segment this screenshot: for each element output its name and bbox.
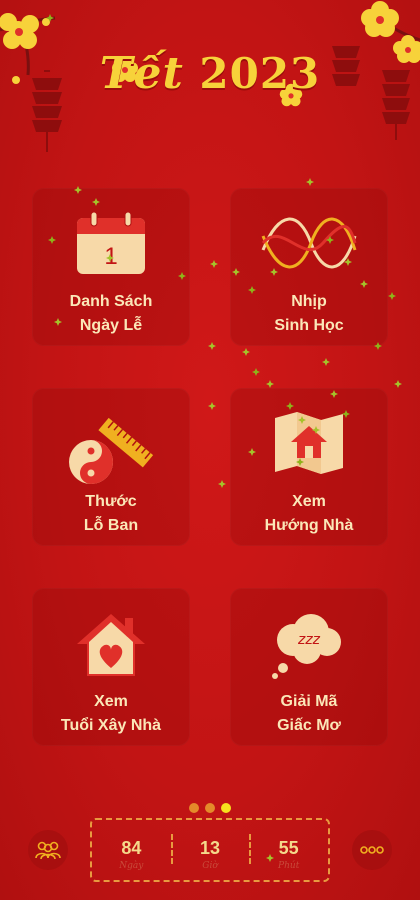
leaf-icon [46,14,54,22]
leaf-icon [54,318,62,326]
leaf-icon [48,236,56,244]
more-dots-icon [360,846,384,854]
leaf-icon [92,198,100,206]
leaf-icon [242,348,250,356]
leaf-icon [210,260,218,268]
leaf-icon [306,178,314,186]
leaf-icon [232,268,240,276]
leaf-icon [106,254,114,262]
countdown-hours: 13 Giờ [170,820,250,880]
leaf-icon [208,402,216,410]
leaf-icon [394,380,402,388]
leaf-icon [252,368,260,376]
countdown-minutes: 55 Phút [249,820,328,880]
leaf-icon [218,480,226,488]
community-button[interactable] [28,830,68,870]
falling-leaves-decoration [46,14,402,862]
leaf-icon [178,272,186,280]
leaf-icon [298,416,306,424]
more-button[interactable] [352,830,392,870]
leaf-icon [208,342,216,350]
leaf-icon [74,186,82,194]
leaf-icon [266,380,274,388]
leaf-icon [286,402,294,410]
countdown-days: 84 Ngày [119,838,144,871]
leaf-icon [312,426,320,434]
leaf-icon [344,258,352,266]
leaf-icon [326,236,334,244]
leaf-icon [360,280,368,288]
leaf-icon [270,268,278,276]
leaf-icon [374,342,382,350]
pager-dot[interactable] [189,803,199,813]
leaf-icon [342,410,350,418]
leaf-icon [330,390,338,398]
tet-countdown: 84 Ngày 13 Giờ 55 Phút [90,818,330,882]
pager-dot[interactable] [205,803,215,813]
leaf-icon [388,292,396,300]
pager-dot[interactable] [221,803,231,813]
people-group-icon [35,841,61,860]
leaf-icon [248,448,256,456]
leaf-icon [296,458,304,466]
pager-dots [0,803,420,813]
leaf-icon [248,286,256,294]
leaf-icon [322,358,330,366]
